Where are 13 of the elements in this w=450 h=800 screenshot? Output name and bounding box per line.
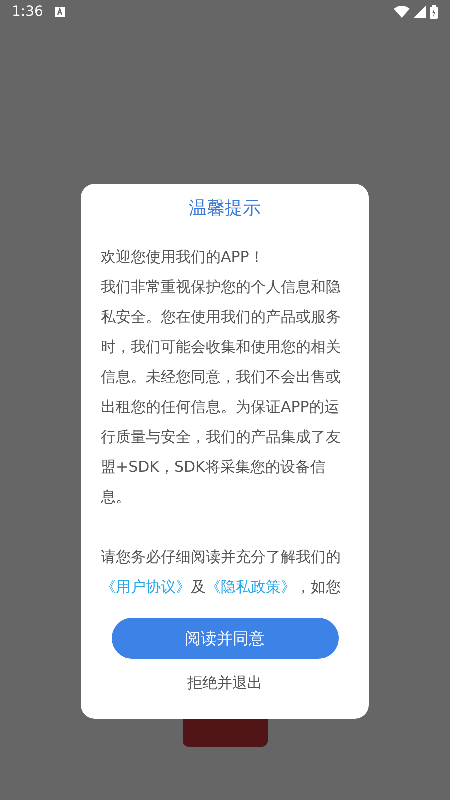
agree-button[interactable]: 阅读并同意 [112, 618, 338, 659]
notification-icon [55, 7, 66, 17]
signal-icon [414, 6, 426, 18]
battery-icon [430, 5, 438, 19]
wifi-icon [394, 6, 410, 18]
body-paragraph: 请您务必仔细阅读并充分了解我们的 《用户协议》及《隐私政策》，如您 [101, 547, 342, 598]
body-paragraph: 我们非常重视保护您的个人信息和隐私安全。您在使用我们的产品或服务时，我们可能会收集和使用您的相关信息。未经您同意，我们不会出售或出租您的任何信息。为保证APP的运行质量与安全，我们的产品集成了友盟+SDK，SDK将采集您的设备信息。 [101, 277, 342, 508]
dialog-title: 温馨提示 [189, 197, 261, 221]
policy-link[interactable]: 《隐私政策》 [206, 578, 296, 596]
policy-link[interactable]: 《用户协议》 [101, 578, 191, 596]
status-time: 1:36 [12, 2, 44, 22]
reject-button[interactable]: 拒绝并退出 [176, 667, 274, 699]
body-paragraph: 欢迎您使用我们的APP！ [101, 247, 266, 268]
